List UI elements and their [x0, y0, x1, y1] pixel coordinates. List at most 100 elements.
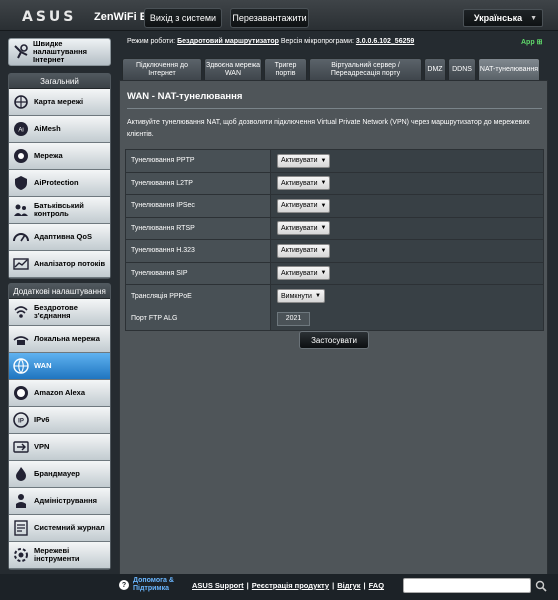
chevron-down-icon: ▼ — [530, 15, 537, 22]
tab-nat-passthrough[interactable]: NAT-тунелювання — [478, 58, 540, 80]
tab-port-trigger[interactable]: Тригер портів — [264, 58, 307, 80]
setting-select[interactable]: Активувати ▼ — [277, 153, 331, 168]
app-link[interactable]: App ⊞ — [521, 38, 542, 46]
system-log-icon — [12, 519, 30, 537]
traffic-analyzer-icon — [12, 255, 30, 273]
ipv6-icon: IP — [12, 411, 30, 429]
help-label: Допомога & Підтримка — [133, 577, 174, 592]
asus-logo: ASUS — [22, 9, 77, 25]
table-row: Тунелювання L2TP Активувати ▼ — [126, 172, 543, 195]
apply-button[interactable]: Застосувати — [299, 331, 369, 349]
product-registration-link[interactable]: Реєстрація продукту — [252, 581, 329, 590]
sidebar-item-parental-control[interactable]: Батьківський контроль — [9, 197, 110, 224]
language-value: Українська — [473, 13, 523, 23]
footer: ? Допомога & Підтримка ASUS Support | Реєс… — [0, 574, 558, 600]
logout-button[interactable]: Вихід з системи — [144, 8, 222, 28]
sidebar-item-traffic-analyzer[interactable]: Аналізатор потоків — [9, 251, 110, 278]
table-row: Трансляція PPPoE Вимкнути ▼ — [126, 285, 543, 308]
chevron-down-icon: ▼ — [320, 157, 327, 164]
app-icon: ⊞ — [536, 39, 543, 46]
sidebar-item-wan[interactable]: WAN — [9, 353, 110, 380]
title-divider — [127, 108, 542, 109]
table-row: Тунелювання IPSec Активувати ▼ — [126, 195, 543, 218]
help-support-link[interactable]: ? Допомога & Підтримка — [119, 577, 183, 593]
select-value: Активувати — [281, 224, 318, 232]
setting-label: Тунелювання PPTP — [126, 150, 271, 172]
top-bar: ASUS ZenWiFi BD4 Вихід з системи Перезав… — [0, 0, 558, 31]
chevron-down-icon: ▼ — [320, 180, 327, 187]
sidebar-item-label: Системний журнал — [34, 522, 105, 532]
svg-text:IP: IP — [18, 419, 24, 425]
sidebar-item-label: Локальна мережа — [34, 333, 100, 343]
sidebar-item-alexa[interactable]: Amazon Alexa — [9, 380, 110, 407]
setting-select[interactable]: Активувати ▼ — [277, 266, 331, 281]
qos-icon — [12, 228, 30, 246]
reboot-button[interactable]: Перезавантажити — [230, 8, 309, 28]
table-row: Тунелювання H.323 Активувати ▼ — [126, 240, 543, 263]
firmware-version-link[interactable]: 3.0.0.6.102_56259 — [356, 38, 414, 45]
sidebar-item-aimesh[interactable]: Ai AiMesh — [9, 116, 110, 143]
svg-text:Ai: Ai — [18, 128, 23, 134]
setting-select[interactable]: Активувати ▼ — [277, 198, 331, 213]
sidebar-item-label: IPv6 — [34, 414, 50, 424]
sidebar-item-label: Батьківський контроль — [34, 200, 84, 218]
setting-label: Тунелювання L2TP — [126, 172, 271, 194]
chevron-down-icon: ▼ — [320, 247, 327, 254]
app-label: App — [521, 39, 535, 46]
setting-label: Тунелювання RTSP — [126, 217, 271, 239]
status-line: Режим роботи: Бездротовий маршрутизатор … — [127, 38, 547, 46]
wan-icon — [12, 357, 30, 375]
sidebar-item-system-log[interactable]: Системний журнал — [9, 515, 110, 542]
tab-virtual-server[interactable]: Віртуальний сервер / Переадресація порту — [309, 58, 422, 80]
select-value: Активувати — [281, 247, 318, 255]
operation-mode-link[interactable]: Бездротовий маршрутизатор — [177, 38, 279, 45]
footer-links: ASUS Support | Реєстрація продукту | Відгук |… — [192, 581, 385, 590]
select-value: Вимкнути — [281, 292, 312, 300]
sidebar-item-wireless[interactable]: Бездротове з'єднання — [9, 299, 110, 326]
select-value: Активувати — [281, 202, 318, 210]
sidebar-item-network-tools[interactable]: Мережеві інструменти — [9, 542, 110, 569]
network-map-icon — [12, 93, 30, 111]
setting-select[interactable]: Активувати ▼ — [277, 243, 331, 258]
ftp-alg-port-input[interactable]: 2021 — [277, 311, 310, 326]
sidebar-item-aiprotection[interactable]: AiProtection — [9, 170, 110, 197]
lan-icon — [12, 330, 30, 348]
general-menu: Загальний Карта мережі Ai AiMesh Мережа AiPr… — [8, 73, 111, 279]
tab-ddns[interactable]: DDNS — [448, 58, 476, 80]
language-select[interactable]: Українська ▼ — [463, 9, 543, 27]
wan-tabs: Підключення до Інтернет Здвоєна мережа W… — [122, 58, 542, 80]
router-admin-page: ASUS ZenWiFi BD4 Вихід з системи Перезав… — [0, 0, 558, 600]
firewall-icon — [12, 465, 30, 483]
setting-select[interactable]: Вимкнути ▼ — [277, 289, 325, 304]
sidebar-item-ipv6[interactable]: IP IPv6 — [9, 407, 110, 434]
search-icon[interactable] — [535, 580, 547, 592]
feedback-link[interactable]: Відгук — [337, 581, 360, 590]
setting-select[interactable]: Активувати ▼ — [277, 176, 331, 191]
sidebar-item-vpn[interactable]: VPN — [9, 434, 110, 461]
network-tools-icon — [12, 546, 30, 564]
sidebar-item-network[interactable]: Мережа — [9, 143, 110, 170]
table-row: Тунелювання RTSP Активувати ▼ — [126, 217, 543, 240]
setting-label: Тунелювання SIP — [126, 262, 271, 284]
tab-internet-connection[interactable]: Підключення до Інтернет — [122, 58, 202, 80]
sidebar-item-label: WAN — [34, 360, 52, 370]
search-input[interactable] — [403, 578, 531, 593]
asus-support-link[interactable]: ASUS Support — [192, 581, 244, 590]
quick-internet-setup-button[interactable]: Швидке налаштування Інтернет — [8, 38, 111, 66]
sidebar-item-administration[interactable]: Адміністрування — [9, 488, 110, 515]
sidebar-item-label: Карта мережі — [34, 96, 84, 106]
sidebar-item-lan[interactable]: Локальна мережа — [9, 326, 110, 353]
chevron-down-icon: ▼ — [320, 225, 327, 232]
setting-label: Тунелювання H.323 — [126, 240, 271, 262]
tab-dual-wan[interactable]: Здвоєна мережа WAN — [204, 58, 262, 80]
sidebar-item-label: Мережа — [34, 150, 63, 160]
sidebar-item-network-map[interactable]: Карта мережі — [9, 89, 110, 116]
sidebar-item-firewall[interactable]: Брандмауер — [9, 461, 110, 488]
setting-select[interactable]: Активувати ▼ — [277, 221, 331, 236]
select-value: Активувати — [281, 157, 318, 165]
faq-link[interactable]: FAQ — [369, 581, 384, 590]
tab-dmz[interactable]: DMZ — [424, 58, 446, 80]
general-header: Загальний — [9, 74, 110, 89]
mode-label: Режим роботи: — [127, 38, 176, 45]
sidebar-item-qos[interactable]: Адаптивна QoS — [9, 224, 110, 251]
